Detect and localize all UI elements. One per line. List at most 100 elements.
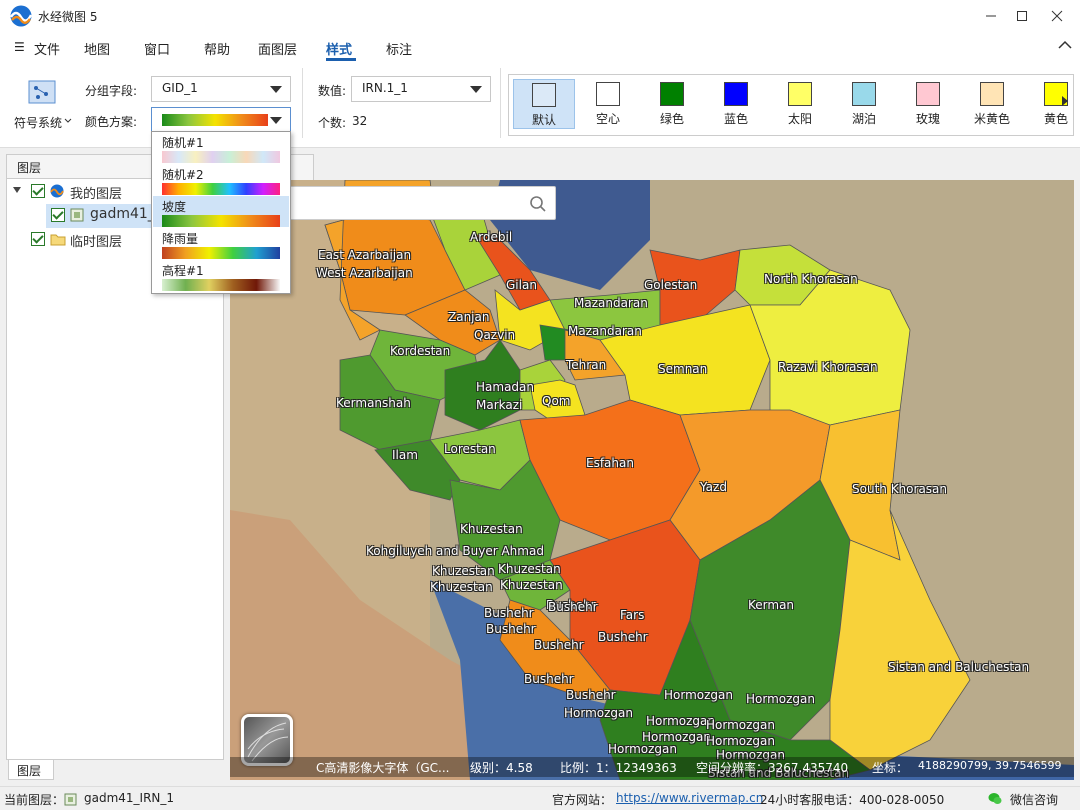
swatch-label: 太阳: [787, 112, 812, 126]
map-region-label: Bushehr: [486, 622, 536, 636]
map-region-label: Sistan and Baluchestan: [888, 660, 1030, 674]
map-region-label: Semnan: [658, 362, 708, 376]
maximize-button[interactable]: [1005, 0, 1039, 32]
map-region-label: Hormozgan: [564, 706, 633, 720]
close-button[interactable]: [1040, 0, 1074, 32]
swatch-label: 湖泊: [851, 112, 876, 126]
hotline: 24小时客服电话：400-028-0050: [760, 793, 945, 807]
symbol-system-icon[interactable]: [28, 80, 56, 104]
map-search-box[interactable]: [252, 186, 556, 220]
scheme-preview-random1[interactable]: [162, 151, 280, 163]
gallery-next-icon[interactable]: [1062, 96, 1068, 106]
menu-file[interactable]: 文件: [34, 39, 60, 58]
ribbon-separator: [302, 68, 303, 138]
scheme-option-rainfall[interactable]: 降雨量: [162, 230, 198, 247]
map-region-label: Esfahan: [586, 456, 634, 470]
map-region-label: Qom: [542, 394, 571, 408]
swatch-label: 蓝色: [723, 112, 748, 126]
minimize-button[interactable]: [974, 0, 1008, 32]
wechat-consult[interactable]: 微信咨询: [1010, 791, 1058, 808]
style-swatch-blue[interactable]: 蓝色: [705, 79, 767, 129]
chevron-down-icon[interactable]: [64, 118, 72, 124]
menu-style[interactable]: 样式: [326, 39, 352, 58]
swatch-color: [980, 82, 1004, 106]
group-field-select[interactable]: GID_1: [151, 76, 291, 102]
style-swatch-hollow[interactable]: 空心: [577, 79, 639, 129]
map-region-label: Ilam: [392, 448, 418, 462]
value-field-select[interactable]: IRN.1_1: [351, 76, 491, 102]
scheme-preview-rainfall[interactable]: [162, 247, 280, 259]
chevron-down-icon: [270, 86, 282, 93]
map-region-label: Markazi: [476, 398, 523, 412]
map-region-label: Khuzestan: [430, 580, 493, 594]
app-logo-icon: [50, 184, 64, 198]
map-region-label: Gilan: [506, 278, 537, 292]
style-swatch-lake[interactable]: 湖泊: [833, 79, 895, 129]
style-swatch-default[interactable]: 默认: [513, 79, 575, 129]
basemap-source: C高清影像大字体（GC...: [316, 761, 450, 775]
color-scheme-label: 颜色方案:: [85, 115, 138, 129]
layer-tab[interactable]: 图层: [8, 760, 54, 780]
menu-window[interactable]: 窗口: [144, 39, 170, 58]
scheme-option-slope[interactable]: 坡度: [162, 198, 186, 215]
scheme-preview-elevation1[interactable]: [162, 279, 280, 291]
scheme-option-elevation1[interactable]: 高程#1: [162, 262, 204, 279]
style-swatch-sun[interactable]: 太阳: [769, 79, 831, 129]
title-bar: 水经微图 5: [0, 0, 1080, 32]
scheme-option-random1[interactable]: 随机#1: [162, 134, 204, 151]
layer-checkbox-my-layers[interactable]: [31, 184, 45, 198]
window-title: 水经微图 5: [38, 10, 98, 24]
map-search-input[interactable]: [259, 193, 519, 213]
style-swatch-beige[interactable]: 米黄色: [961, 79, 1023, 129]
layer-group-temp[interactable]: 临时图层: [70, 231, 122, 250]
scheme-preview-slope[interactable]: [162, 215, 280, 227]
menu-polygon-layer[interactable]: 面图层: [258, 39, 297, 58]
swatch-color: [724, 82, 748, 106]
scheme-option-random2[interactable]: 随机#2: [162, 166, 204, 183]
color-scheme-select[interactable]: [151, 107, 291, 133]
layer-gadm41[interactable]: gadm41_: [90, 206, 155, 222]
menu-map[interactable]: 地图: [84, 39, 110, 58]
layer-checkbox-temp[interactable]: [31, 232, 45, 246]
maximize-icon: [1017, 11, 1027, 21]
map-region-label: Yazd: [700, 480, 727, 494]
map-region-label: Hamadan: [476, 380, 534, 394]
swatch-color: [852, 82, 876, 106]
map-region-label: Kermanshah: [336, 396, 411, 410]
map-region-label: North Khorasan: [764, 272, 858, 286]
layer-checkbox-gadm41[interactable]: [51, 208, 65, 222]
swatch-label: 玫瑰: [915, 112, 940, 126]
tree-expand-icon[interactable]: [12, 186, 22, 194]
map-region-label: Mazandaran: [574, 296, 648, 310]
search-icon[interactable]: [529, 195, 547, 213]
style-swatch-green[interactable]: 绿色: [641, 79, 703, 129]
menu-bar: ☰ 文件 地图 窗口 帮助 面图层 样式 标注: [0, 32, 1080, 62]
count-value: 32: [352, 114, 368, 128]
status-bar: 当前图层： gadm41_IRN_1 官方网站： https://www.riv…: [0, 786, 1080, 810]
website-link[interactable]: https://www.rivermap.cn: [616, 791, 763, 805]
scheme-preview-random2[interactable]: [162, 183, 280, 195]
symbol-system-button[interactable]: 符号系统: [14, 114, 62, 131]
menu-help[interactable]: 帮助: [204, 39, 230, 58]
wechat-icon[interactable]: [988, 792, 1002, 805]
swatch-label: 默认: [531, 113, 556, 127]
app-logo-icon: [9, 5, 33, 27]
hamburger-icon[interactable]: ☰: [14, 40, 25, 54]
swatch-label: 绿色: [659, 112, 684, 126]
map-region-label: Golestan: [644, 278, 698, 292]
color-scheme-dropdown: 随机#1 随机#2 坡度 降雨量 高程#1: [151, 131, 291, 294]
close-icon: [1051, 10, 1063, 22]
map-view[interactable]: Ardebil East Azarbaijan West Azarbaijan Gil…: [230, 180, 1074, 780]
style-swatch-rose[interactable]: 玫瑰: [897, 79, 959, 129]
layer-panel-title: 图层: [17, 161, 42, 175]
collapse-ribbon-icon[interactable]: [1058, 40, 1072, 50]
swatch-label: 米黄色: [973, 112, 1010, 126]
layer-group-my-layers[interactable]: 我的图层: [70, 183, 122, 202]
menu-label[interactable]: 标注: [386, 39, 412, 58]
map-region-label: Bushehr: [598, 630, 648, 644]
map-region-label: Zanjan: [448, 310, 490, 324]
map-region-label: Bushehr: [484, 606, 534, 620]
map-region-label: East Azarbaijan: [318, 248, 412, 262]
map-region-label: Bushehr: [566, 688, 616, 702]
swatch-color: [660, 82, 684, 106]
